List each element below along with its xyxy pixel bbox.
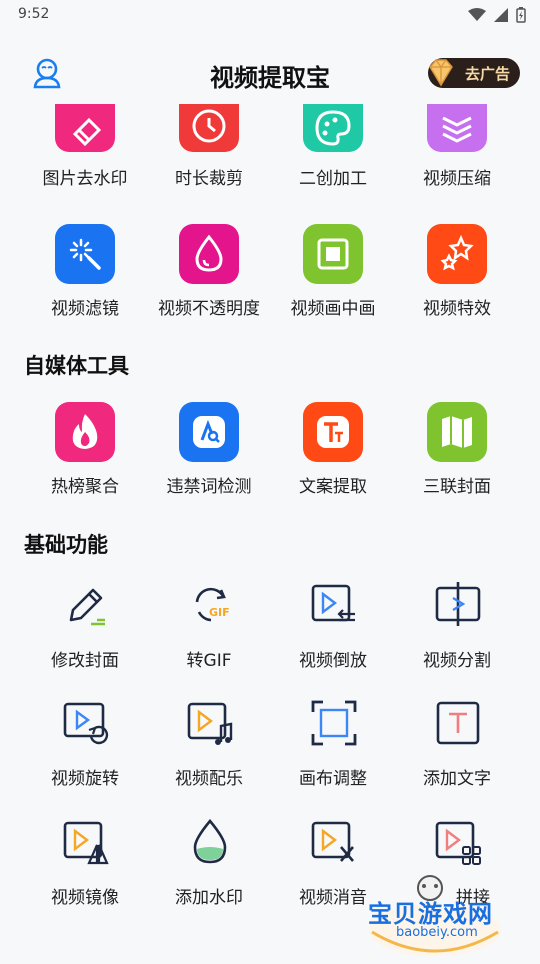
gif-text: GIF xyxy=(209,606,230,619)
wifi-icon xyxy=(468,8,486,21)
video-reverse-icon xyxy=(311,584,355,622)
stars-icon xyxy=(427,224,487,284)
video-rotate-icon xyxy=(63,702,109,745)
tool-label: 二创加工 xyxy=(299,169,367,189)
picture-in-picture-icon xyxy=(303,224,363,284)
tool-label: 修改封面 xyxy=(51,651,119,671)
palette-icon xyxy=(303,104,363,152)
video-music-icon xyxy=(187,702,233,745)
tool-label: 添加文字 xyxy=(423,769,491,789)
tool-label: 视频滤镜 xyxy=(51,299,119,319)
watermark-text: 宝贝游戏网 xyxy=(368,900,493,928)
video-mirror-icon xyxy=(63,821,109,865)
tool-label: 添加水印 xyxy=(175,888,243,908)
canvas-crop-icon xyxy=(311,700,357,746)
section-title-basic: 基础功能 xyxy=(24,533,108,557)
status-bar: 9:52 xyxy=(0,0,540,34)
video-mute-icon xyxy=(311,821,354,862)
tool-label: 视频旋转 xyxy=(51,769,119,789)
signal-icon xyxy=(494,8,508,22)
drop-icon xyxy=(179,224,239,284)
magic-wand-icon xyxy=(55,224,115,284)
tool-label: 文案提取 xyxy=(299,477,367,497)
tool-label: 视频分割 xyxy=(423,651,491,671)
flame-icon xyxy=(55,402,115,462)
tool-label: 三联封面 xyxy=(423,477,491,497)
tool-label: 视频配乐 xyxy=(175,769,243,789)
watermark-drop-icon xyxy=(193,818,227,864)
text-extract-icon xyxy=(303,402,363,462)
tool-label: 图片去水印 xyxy=(42,169,128,189)
clock-icon xyxy=(179,104,239,152)
tool-label: 转GIF xyxy=(186,651,232,671)
site-watermark: 宝贝游戏网 baobeiy.com xyxy=(360,870,510,960)
tool-label: 视频镜像 xyxy=(51,888,119,908)
tool-label: 视频特效 xyxy=(423,299,491,319)
add-text-icon xyxy=(436,701,480,745)
search-text-icon xyxy=(179,402,239,462)
tool-label: 视频压缩 xyxy=(423,169,491,189)
map-icon xyxy=(427,402,487,462)
video-concat-icon xyxy=(435,821,481,865)
tool-label: 时长裁剪 xyxy=(175,169,243,189)
remove-ads-button[interactable]: 去广告 xyxy=(428,58,520,88)
tool-label: 热榜聚合 xyxy=(51,477,119,497)
tool-label: 违禁词检测 xyxy=(166,477,252,497)
tool-label: 画布调整 xyxy=(299,769,367,789)
tool-label: 视频倒放 xyxy=(299,651,367,671)
gif-icon: GIF xyxy=(195,587,230,622)
eraser-icon xyxy=(55,104,115,152)
app-header: 视频提取宝 去广告 xyxy=(0,44,540,104)
watermark-url: baobeiy.com xyxy=(396,925,478,940)
diamond-icon xyxy=(429,59,453,87)
pen-icon xyxy=(69,588,105,626)
section-title-media-tools: 自媒体工具 xyxy=(24,354,129,378)
tool-label: 视频不透明度 xyxy=(158,299,260,319)
status-time: 9:52 xyxy=(18,6,50,22)
battery-icon xyxy=(516,7,526,23)
remove-ads-label: 去广告 xyxy=(464,65,510,83)
status-icons xyxy=(468,7,526,23)
layers-icon xyxy=(427,104,487,152)
video-split-icon xyxy=(435,582,481,626)
tool-label: 视频画中画 xyxy=(290,299,376,319)
